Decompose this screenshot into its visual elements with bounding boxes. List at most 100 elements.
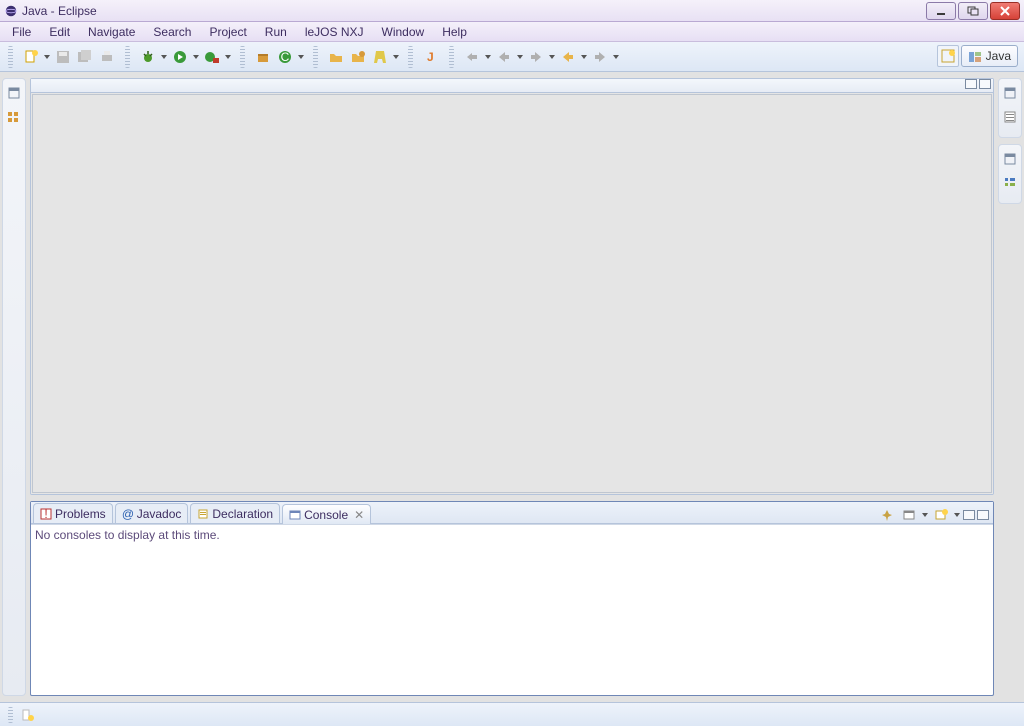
tab-label: Console xyxy=(304,508,348,522)
right-trim-stack-2 xyxy=(998,144,1022,204)
run-dropdown[interactable] xyxy=(192,55,200,59)
perspective-label: Java xyxy=(986,49,1011,63)
nav-forward-dropdown[interactable] xyxy=(612,55,620,59)
tab-console[interactable]: Console ✕ xyxy=(282,504,371,524)
window-titlebar: Java - Eclipse xyxy=(0,0,1024,22)
status-bar xyxy=(0,702,1024,726)
last-edit-button[interactable] xyxy=(462,46,482,68)
restore-view-icon[interactable] xyxy=(1002,85,1018,101)
editor-minimize-button[interactable] xyxy=(965,79,977,89)
toolbar-handle[interactable] xyxy=(408,46,413,68)
outline-icon[interactable] xyxy=(1002,175,1018,191)
perspective-switcher: Java xyxy=(937,45,1018,67)
window-title: Java - Eclipse xyxy=(22,4,926,18)
back-button[interactable] xyxy=(494,46,514,68)
save-button[interactable] xyxy=(53,46,73,68)
main-toolbar: C J Java xyxy=(0,42,1024,72)
toolbar-handle[interactable] xyxy=(240,46,245,68)
editor-area xyxy=(30,78,994,495)
menu-search[interactable]: Search xyxy=(145,23,199,41)
editor-tab-bar xyxy=(31,79,993,93)
maximize-button[interactable] xyxy=(958,2,988,20)
declaration-icon xyxy=(197,508,209,520)
editor-maximize-button[interactable] xyxy=(979,79,991,89)
run-external-button[interactable] xyxy=(202,46,222,68)
close-tab-icon[interactable]: ✕ xyxy=(354,508,364,522)
back-dropdown[interactable] xyxy=(516,55,524,59)
close-button[interactable] xyxy=(990,2,1020,20)
tab-declaration[interactable]: Declaration xyxy=(190,503,280,523)
search-dropdown[interactable] xyxy=(392,55,400,59)
menu-edit[interactable]: Edit xyxy=(41,23,78,41)
bottom-panel: ! Problems @ Javadoc Declaration Console… xyxy=(30,501,994,696)
console-icon xyxy=(289,509,301,521)
forward-button[interactable] xyxy=(526,46,546,68)
editor-empty-body xyxy=(31,93,993,494)
svg-text:J: J xyxy=(427,50,434,64)
left-trim-stack xyxy=(2,78,26,696)
perspective-java[interactable]: Java xyxy=(961,45,1018,67)
right-trim-stack-1 xyxy=(998,78,1022,138)
last-edit-dropdown[interactable] xyxy=(484,55,492,59)
run-external-dropdown[interactable] xyxy=(224,55,232,59)
window-buttons xyxy=(926,2,1020,20)
toolbar-handle[interactable] xyxy=(449,46,454,68)
open-type-button[interactable] xyxy=(326,46,346,68)
display-console-button[interactable] xyxy=(899,504,919,526)
panel-maximize-button[interactable] xyxy=(977,510,989,520)
editor-area-column: ! Problems @ Javadoc Declaration Console… xyxy=(30,78,994,696)
javadoc-icon: @ xyxy=(122,508,134,520)
search-button[interactable] xyxy=(370,46,390,68)
menu-navigate[interactable]: Navigate xyxy=(80,23,143,41)
tab-label: Declaration xyxy=(212,507,273,521)
restore-view-icon[interactable] xyxy=(1002,151,1018,167)
debug-dropdown[interactable] xyxy=(160,55,168,59)
nav-back-dropdown[interactable] xyxy=(580,55,588,59)
task-list-icon[interactable] xyxy=(1002,109,1018,125)
display-console-dropdown[interactable] xyxy=(921,513,929,517)
svg-text:@: @ xyxy=(122,508,134,520)
menu-help[interactable]: Help xyxy=(434,23,475,41)
toolbar-handle[interactable] xyxy=(8,46,13,68)
open-perspective-button[interactable] xyxy=(937,45,959,67)
run-button[interactable] xyxy=(170,46,190,68)
menu-window[interactable]: Window xyxy=(374,23,433,41)
restore-view-icon[interactable] xyxy=(6,85,22,101)
save-all-button[interactable] xyxy=(75,46,95,68)
minimize-button[interactable] xyxy=(926,2,956,20)
new-button[interactable] xyxy=(21,46,41,68)
new-package-button[interactable] xyxy=(253,46,273,68)
tab-label: Javadoc xyxy=(137,507,182,521)
package-explorer-icon[interactable] xyxy=(6,109,22,125)
lejos-button[interactable]: J xyxy=(421,46,441,68)
panel-minimize-button[interactable] xyxy=(963,510,975,520)
menu-file[interactable]: File xyxy=(4,23,39,41)
menu-lejos[interactable]: leJOS NXJ xyxy=(297,23,372,41)
tab-label: Problems xyxy=(55,507,106,521)
eclipse-app-icon xyxy=(4,4,18,18)
open-task-button[interactable] xyxy=(348,46,368,68)
toolbar-handle[interactable] xyxy=(313,46,318,68)
forward-dropdown[interactable] xyxy=(548,55,556,59)
menu-project[interactable]: Project xyxy=(201,23,254,41)
status-handle[interactable] xyxy=(8,707,13,723)
tab-problems[interactable]: ! Problems xyxy=(33,503,113,523)
nav-forward-button[interactable] xyxy=(590,46,610,68)
toolbar-handle[interactable] xyxy=(125,46,130,68)
console-body: No consoles to display at this time. xyxy=(31,524,993,695)
console-message: No consoles to display at this time. xyxy=(35,528,220,542)
console-toolbar xyxy=(877,504,989,526)
print-button[interactable] xyxy=(97,46,117,68)
status-marker-icon[interactable] xyxy=(19,707,35,723)
debug-button[interactable] xyxy=(138,46,158,68)
bottom-tab-bar: ! Problems @ Javadoc Declaration Console… xyxy=(31,502,993,524)
new-dropdown[interactable] xyxy=(43,55,51,59)
menu-run[interactable]: Run xyxy=(257,23,295,41)
new-class-dropdown[interactable] xyxy=(297,55,305,59)
nav-back-button[interactable] xyxy=(558,46,578,68)
open-console-button[interactable] xyxy=(931,504,951,526)
tab-javadoc[interactable]: @ Javadoc xyxy=(115,503,189,523)
open-console-dropdown[interactable] xyxy=(953,513,961,517)
new-class-button[interactable]: C xyxy=(275,46,295,68)
pin-console-button[interactable] xyxy=(877,504,897,526)
